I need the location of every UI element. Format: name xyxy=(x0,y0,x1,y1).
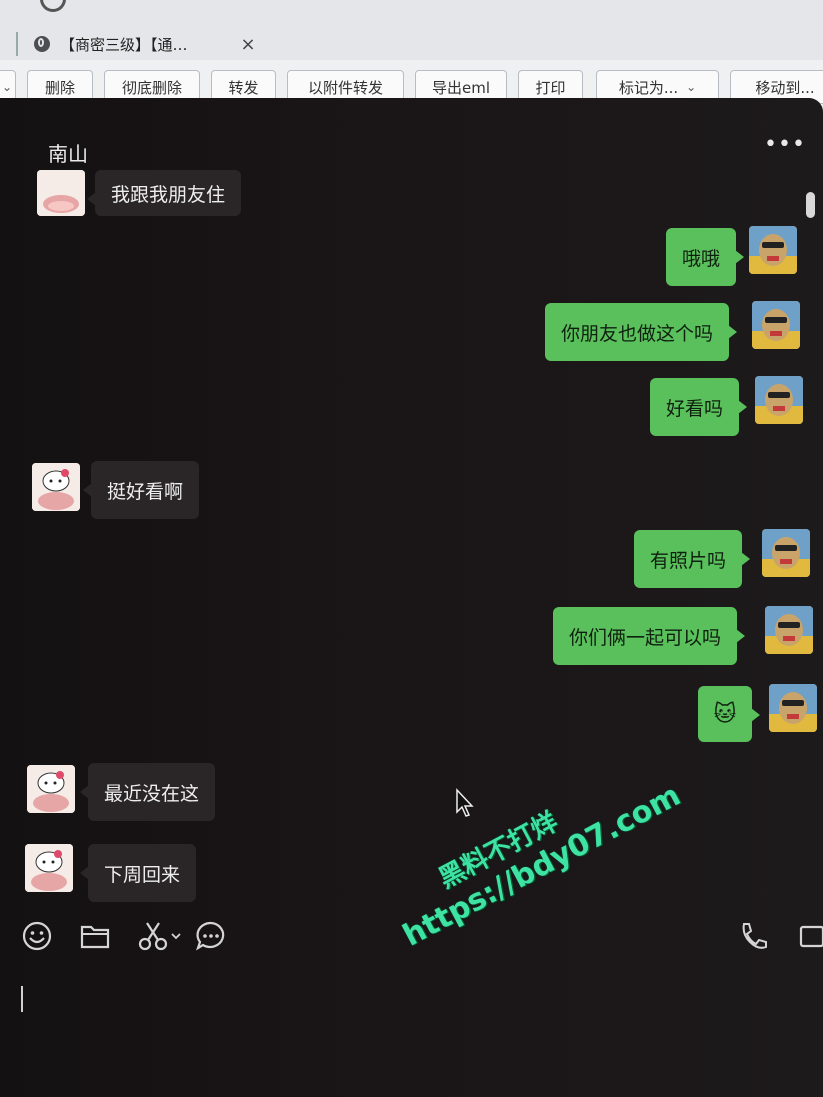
tab-divider xyxy=(16,32,18,56)
user-avatar[interactable] xyxy=(755,376,803,424)
chat-message-outgoing: 好看吗 xyxy=(650,378,748,436)
chat-message-incoming: 下周回来 xyxy=(79,844,197,902)
user-avatar[interactable] xyxy=(765,606,813,654)
chat-message-emoji: 🐱 xyxy=(698,686,760,742)
user-avatar[interactable] xyxy=(749,226,797,274)
globe-icon xyxy=(34,36,50,52)
user-avatar[interactable] xyxy=(752,301,800,349)
contact-avatar[interactable] xyxy=(32,463,80,511)
chevron-down-icon: ⌄ xyxy=(686,80,697,94)
close-tab-icon[interactable]: × xyxy=(236,34,260,55)
contact-avatar[interactable] xyxy=(37,170,85,216)
reload-icon[interactable] xyxy=(40,0,66,12)
chat-bubble-icon[interactable] xyxy=(195,920,227,952)
chat-message-outgoing: 你朋友也做这个吗 xyxy=(545,303,738,361)
video-icon[interactable] xyxy=(798,920,823,952)
text-input-caret[interactable] xyxy=(21,986,23,1012)
scissors-icon[interactable] xyxy=(137,920,183,952)
contact-avatar[interactable] xyxy=(27,765,75,813)
phone-icon[interactable] xyxy=(738,920,770,952)
emoji-icon[interactable] xyxy=(21,920,53,952)
mark-as-label: 标记为... xyxy=(618,78,679,97)
user-avatar[interactable] xyxy=(762,529,810,577)
chevron-down-icon: ⌄ xyxy=(1,80,13,94)
mouse-pointer-icon xyxy=(456,788,474,817)
chat-message-outgoing: 你们俩一起可以吗 xyxy=(553,607,746,665)
chat-message-outgoing: 有照片吗 xyxy=(634,530,751,588)
user-avatar[interactable] xyxy=(769,684,817,732)
chat-message-incoming: 我跟我朋友住 xyxy=(86,170,242,216)
folder-icon[interactable] xyxy=(79,920,111,952)
chat-message-outgoing: 哦哦 xyxy=(666,228,745,286)
browser-tab[interactable]: 【商密三级】【通… × xyxy=(26,26,260,62)
message-list: 我跟我朋友住 哦哦 你朋友也做这个吗 好看吗 挺好看啊 有照片吗 你们俩一起可以… xyxy=(0,98,823,918)
chat-message-incoming: 挺好看啊 xyxy=(82,461,200,519)
tab-title: 【商密三级】【通… xyxy=(60,35,188,54)
chat-message-incoming: 最近没在这 xyxy=(79,763,216,821)
browser-tabbar: 【商密三级】【通… × xyxy=(0,0,823,62)
contact-avatar[interactable] xyxy=(25,844,73,892)
